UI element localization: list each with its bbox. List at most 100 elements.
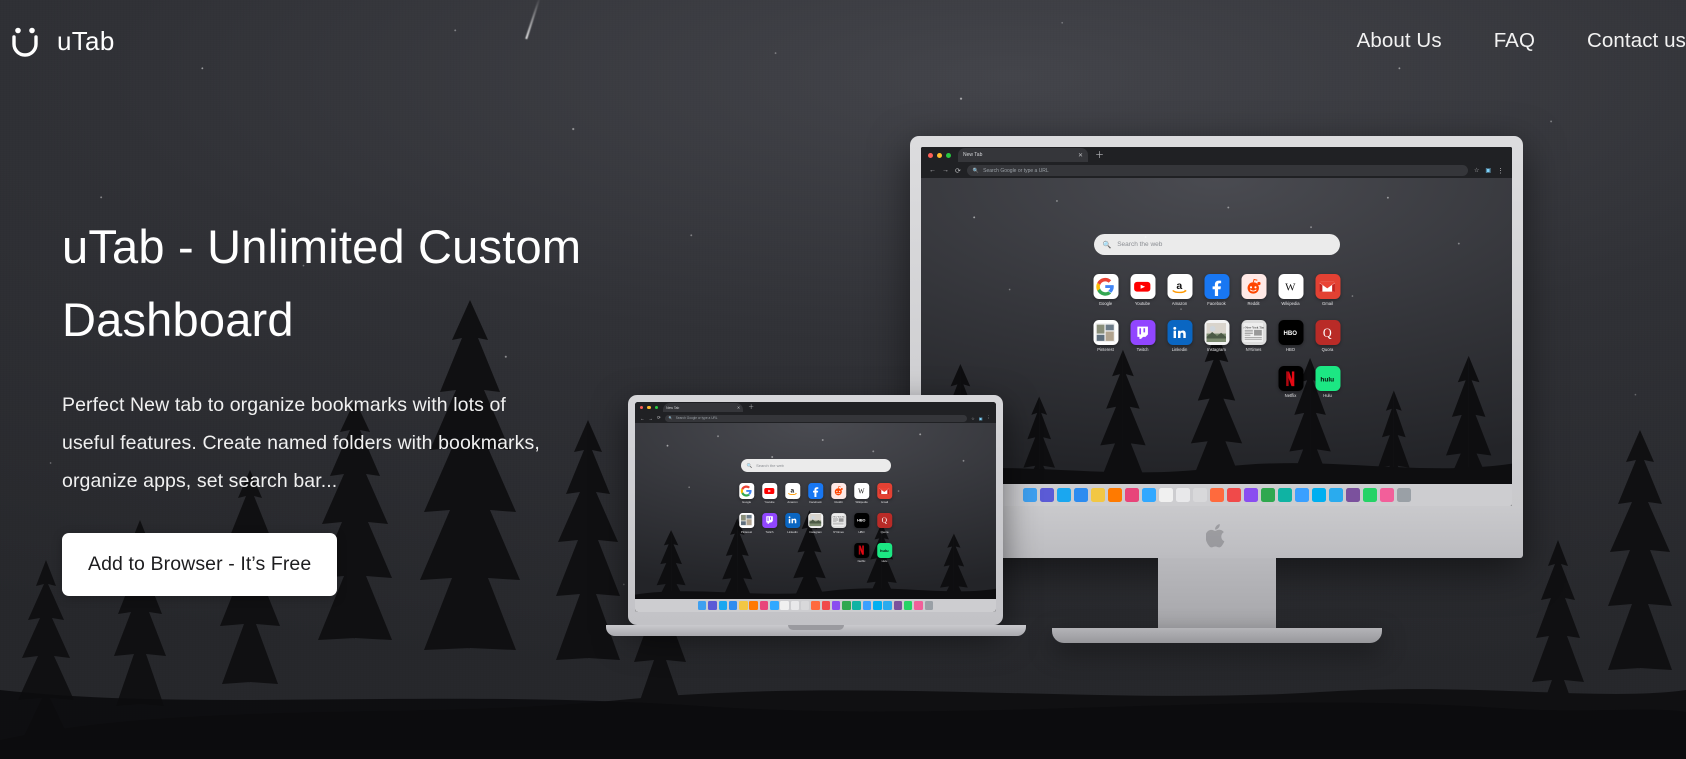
- downloads-icon[interactable]: [1379, 488, 1394, 502]
- bookmark-tile-wikipedia[interactable]: W Wikipedia: [853, 483, 870, 504]
- search-input[interactable]: 🔍 Search the web: [1093, 234, 1340, 255]
- launchpad-icon[interactable]: [708, 601, 717, 610]
- maps-icon[interactable]: [1243, 488, 1258, 502]
- arrow-right-icon[interactable]: →: [942, 167, 949, 174]
- podcasts-icon[interactable]: [811, 601, 820, 610]
- bookmark-tile-netflix[interactable]: Netflix: [1278, 365, 1303, 398]
- extension-icon[interactable]: ▣: [1485, 167, 1491, 174]
- bookmark-tile-gmail[interactable]: Gmail: [1315, 274, 1340, 306]
- bookmark-tile-google[interactable]: Google: [738, 483, 755, 504]
- macos-dock-laptop[interactable]: [635, 599, 996, 612]
- messages-icon[interactable]: [1260, 488, 1275, 502]
- finder-icon[interactable]: [697, 601, 707, 610]
- skype-icon[interactable]: [1277, 488, 1292, 502]
- skype-icon[interactable]: [852, 601, 861, 610]
- search-input-laptop[interactable]: 🔍 Search the web: [740, 459, 891, 472]
- close-window-dot[interactable]: [928, 152, 933, 158]
- bookmark-tile-pinterest[interactable]: Pinterest: [738, 512, 755, 534]
- omnibox-laptop[interactable]: 🔍 Search Google or type a URL: [664, 414, 968, 422]
- bookmark-tile-hulu[interactable]: hulu Hulu: [876, 542, 893, 563]
- minimize-window-dot[interactable]: [937, 152, 942, 158]
- illustrator-icon[interactable]: [749, 601, 758, 610]
- reminders-icon[interactable]: [790, 601, 800, 610]
- settings-icon[interactable]: [1362, 488, 1377, 502]
- plus-icon[interactable]: ＋: [1095, 150, 1104, 160]
- mail-icon[interactable]: [1073, 488, 1088, 502]
- indesign-icon[interactable]: [759, 601, 769, 610]
- trash-icon[interactable]: [1396, 488, 1411, 502]
- bookmark-tile-hbo[interactable]: HBO HBO: [1278, 319, 1303, 352]
- viber-icon[interactable]: [873, 601, 882, 610]
- bookmark-tile-amazon[interactable]: a Amazon: [1167, 274, 1192, 306]
- telegram-icon[interactable]: [862, 601, 872, 610]
- nav-contact-us[interactable]: Contact us: [1587, 29, 1686, 53]
- browser-tab[interactable]: New Tab ✕: [958, 148, 1088, 162]
- illustrator-icon[interactable]: [1107, 488, 1122, 502]
- reminders-icon[interactable]: [1175, 488, 1190, 502]
- bookmark-tile-instagram[interactable]: Instagram: [1204, 319, 1229, 352]
- bookmark-tile-linkedin[interactable]: Linkedin: [784, 512, 801, 534]
- close-icon[interactable]: ✕: [1078, 152, 1083, 159]
- calendar-icon[interactable]: [780, 601, 789, 610]
- window-traffic-lights[interactable]: [928, 152, 951, 158]
- appstore-icon[interactable]: [1226, 488, 1241, 502]
- bookmark-tile-pinterest[interactable]: Pinterest: [1093, 319, 1118, 352]
- telegram-icon[interactable]: [1294, 488, 1309, 502]
- nav-about-us[interactable]: About Us: [1357, 29, 1442, 53]
- bookmark-tile-reddit[interactable]: Reddit: [830, 483, 847, 504]
- books-icon[interactable]: [800, 601, 810, 610]
- maps-icon[interactable]: [831, 601, 841, 610]
- bookmark-tile-hbo[interactable]: HBO HBO: [853, 512, 870, 534]
- podcasts-icon[interactable]: [1209, 488, 1224, 502]
- bookmark-tile-reddit[interactable]: Reddit: [1241, 274, 1266, 306]
- plus-icon[interactable]: ＋: [748, 405, 754, 411]
- macos-dock-desktop[interactable]: [921, 484, 1512, 506]
- notes-icon[interactable]: [739, 601, 748, 610]
- bookmark-tile-facebook[interactable]: Facebook: [1204, 274, 1229, 306]
- reload-icon[interactable]: ⟳: [955, 167, 961, 175]
- calendar-icon[interactable]: [1158, 488, 1173, 502]
- books-icon[interactable]: [1192, 488, 1207, 502]
- mail-icon[interactable]: [728, 601, 738, 610]
- indesign-icon[interactable]: [1124, 488, 1139, 502]
- maximize-window-dot[interactable]: [946, 152, 951, 158]
- safari-icon[interactable]: [718, 601, 728, 610]
- bookmark-tile-amazon[interactable]: a Amazon: [784, 483, 801, 504]
- settings-icon[interactable]: [903, 601, 913, 610]
- add-to-browser-button[interactable]: Add to Browser - It’s Free: [62, 533, 338, 596]
- photoshop-icon[interactable]: [770, 601, 779, 610]
- bookmark-tile-quora[interactable]: Q Quora: [1315, 319, 1340, 352]
- appstore-icon[interactable]: [821, 601, 831, 610]
- itunes-icon[interactable]: [1345, 488, 1360, 502]
- downloads-icon[interactable]: [914, 601, 923, 610]
- bookmark-tile-instagram[interactable]: Instagram: [807, 512, 824, 534]
- bookmark-tile-google[interactable]: Google: [1093, 274, 1118, 306]
- kebab-menu-icon[interactable]: ⋮: [1497, 167, 1504, 175]
- photoshop-icon[interactable]: [1141, 488, 1156, 502]
- trash-icon[interactable]: [924, 601, 934, 610]
- nav-faq[interactable]: FAQ: [1494, 29, 1535, 53]
- bookmark-tile-facebook[interactable]: Facebook: [807, 483, 824, 504]
- bookmark-tile-hulu[interactable]: hulu Hulu: [1315, 365, 1340, 398]
- bookmark-tile-twitch[interactable]: Twitch: [761, 512, 778, 534]
- close-icon[interactable]: ✕: [737, 405, 740, 410]
- brand-logo-group[interactable]: uTab: [0, 24, 115, 58]
- bookmark-tile-quora[interactable]: Q Quora: [876, 512, 893, 534]
- messages-icon[interactable]: [842, 601, 851, 610]
- bookmark-tile-youtube[interactable]: Youtube: [1130, 274, 1155, 306]
- launchpad-icon[interactable]: [1039, 488, 1054, 502]
- omnibox[interactable]: 🔍 Search Google or type a URL: [966, 165, 1468, 176]
- whatsapp-icon[interactable]: [1328, 488, 1343, 502]
- bookmark-tile-netflix[interactable]: Netflix: [853, 542, 870, 563]
- bookmark-tile-nytimes[interactable]: The New York Times NYtimes: [830, 512, 847, 534]
- bookmark-tile-twitch[interactable]: Twitch: [1130, 319, 1155, 352]
- viber-icon[interactable]: [1311, 488, 1326, 502]
- itunes-icon[interactable]: [893, 601, 903, 610]
- whatsapp-icon[interactable]: [883, 601, 892, 610]
- bookmark-tile-linkedin[interactable]: Linkedin: [1167, 319, 1192, 352]
- bookmark-tile-youtube[interactable]: Youtube: [761, 483, 778, 504]
- star-icon[interactable]: ☆: [1474, 167, 1479, 174]
- finder-icon[interactable]: [1022, 488, 1037, 502]
- bookmark-tile-nytimes[interactable]: The New York Times NYtimes: [1241, 319, 1266, 352]
- kebab-menu-icon[interactable]: ⋮: [987, 415, 992, 421]
